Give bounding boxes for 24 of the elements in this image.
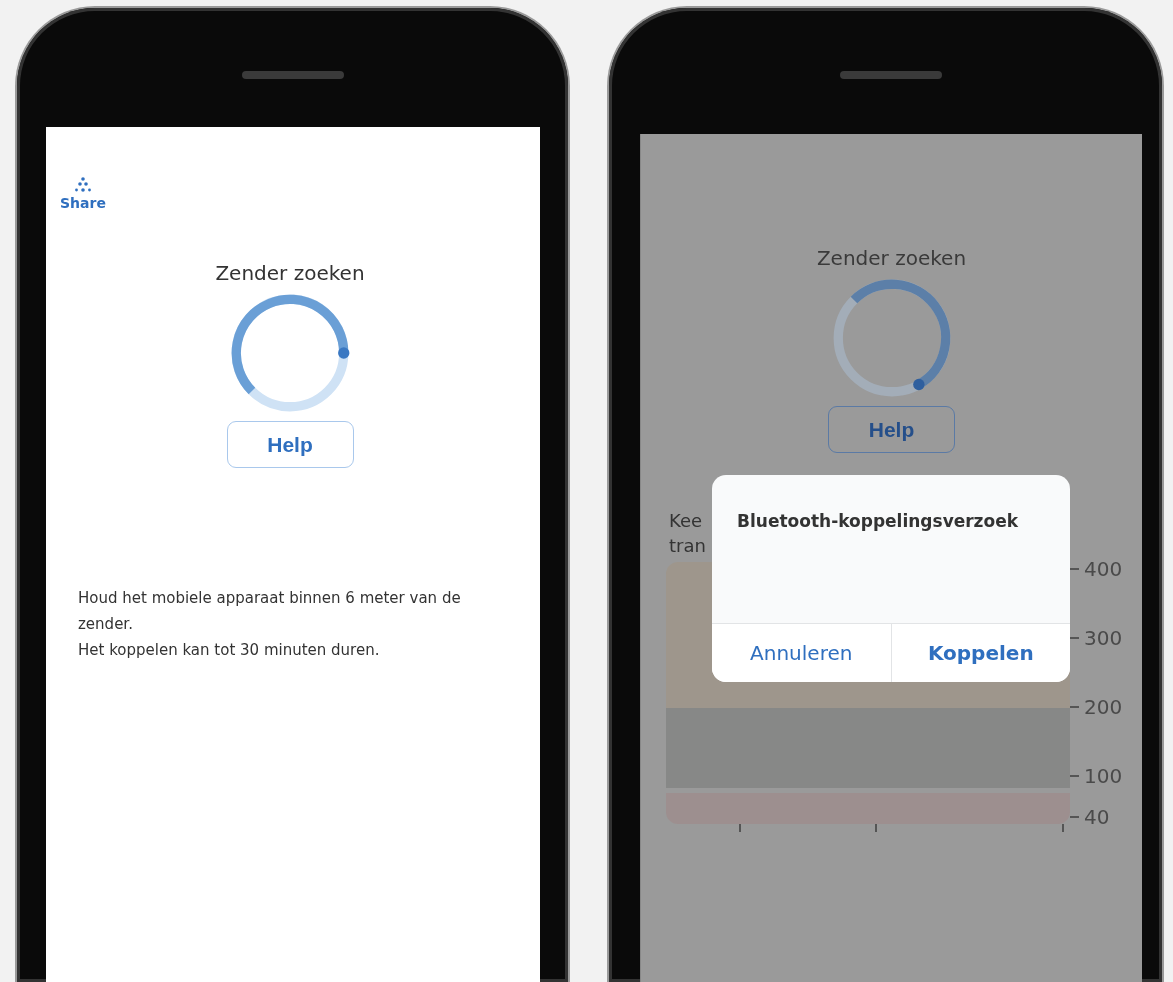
tick-mark xyxy=(1070,775,1079,777)
tick-mark xyxy=(1070,637,1079,639)
axis-label: 200 xyxy=(1084,695,1123,719)
axis-label: 300 xyxy=(1084,626,1123,650)
instruction-text: Het koppelen kan tot 30 minuten duren. xyxy=(78,640,381,661)
dots-icon xyxy=(72,177,93,193)
instruction-text: Houd het mobiele apparaat binnen 6 meter van de zender. xyxy=(78,588,462,635)
share-button[interactable]: Share xyxy=(60,177,106,211)
dialog-button[interactable]: Annuleren xyxy=(712,624,891,682)
dialog-button[interactable]: Koppelen xyxy=(890,624,1070,682)
tick-mark xyxy=(739,824,741,832)
tick-mark xyxy=(1070,568,1079,570)
tick-mark xyxy=(875,824,877,832)
tick-mark xyxy=(1070,706,1079,708)
dialog-title: Bluetooth-koppelingsverzoek xyxy=(736,510,1020,531)
screen-title: Zender zoeken xyxy=(816,246,967,270)
partial-text: Kee xyxy=(669,509,703,533)
axis-label: 400 xyxy=(1084,557,1123,581)
help-button[interactable]: Help xyxy=(828,406,955,453)
axis-label: 100 xyxy=(1084,764,1123,788)
partial-text: tran xyxy=(669,534,706,558)
axis-label: 40 xyxy=(1084,805,1110,829)
help-button[interactable]: Help xyxy=(226,421,354,468)
screen-title: Zender zoeken xyxy=(215,261,365,285)
